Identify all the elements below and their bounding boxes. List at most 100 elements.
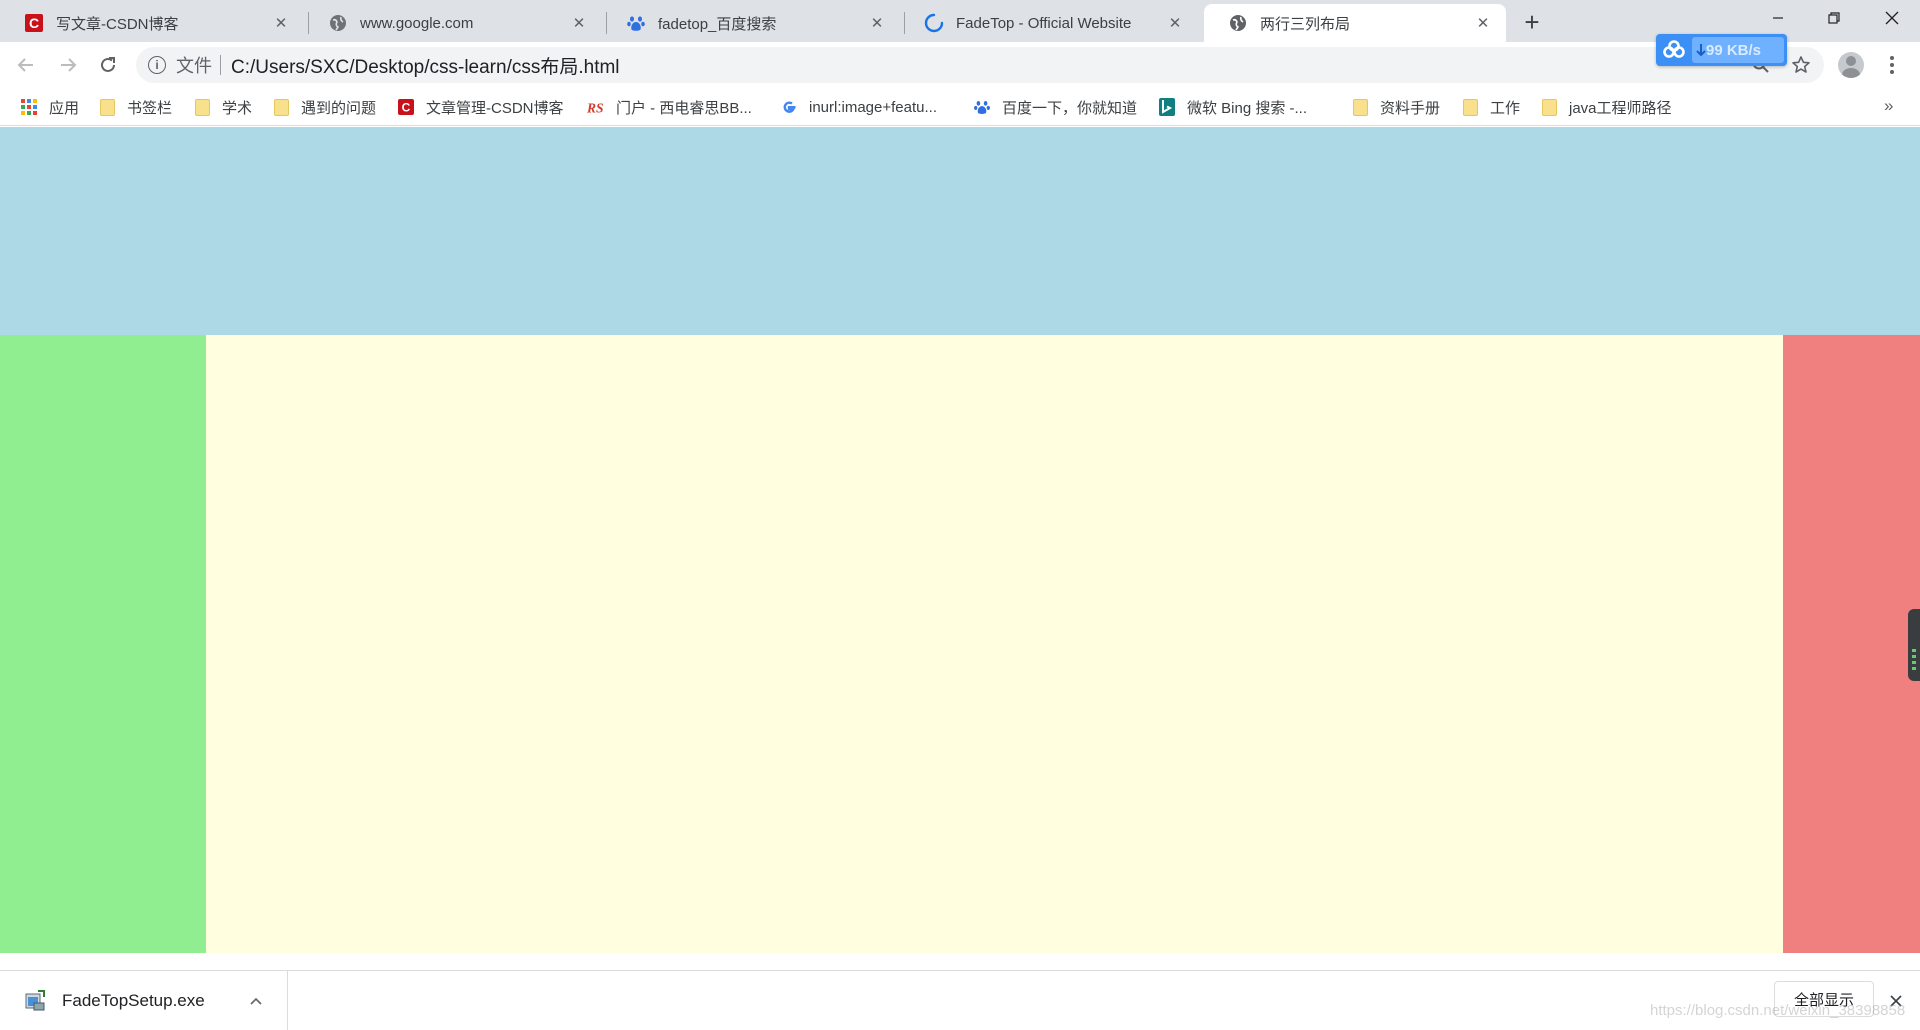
back-button[interactable] bbox=[10, 49, 42, 81]
csdn-icon: C bbox=[397, 98, 415, 116]
tab-baidu-search[interactable]: fadetop_百度搜索 ✕ bbox=[602, 4, 900, 42]
browser-toolbar: i 文件 C:/Users/SXC/Desktop/css-learn/css布… bbox=[0, 42, 1920, 88]
download-shelf: FadeTopSetup.exe 全部显示 bbox=[0, 970, 1920, 1030]
profile-avatar-icon[interactable] bbox=[1838, 52, 1864, 78]
bookmark-label: 遇到的问题 bbox=[301, 99, 377, 117]
close-icon[interactable]: ✕ bbox=[1472, 12, 1494, 34]
tab-title: FadeTop - Official Website bbox=[956, 14, 1132, 32]
rate-text: 99 KB/s bbox=[1706, 41, 1762, 59]
bookmark-folder[interactable]: 学术 bbox=[193, 95, 252, 119]
star-icon[interactable] bbox=[1784, 47, 1818, 83]
baidu-paw-icon bbox=[626, 13, 646, 33]
restore-button[interactable] bbox=[1806, 0, 1862, 36]
scheme-label: 文件 bbox=[176, 56, 212, 76]
tab-strip: C 写文章-CSDN博客 ✕ www.google.com ✕ fadetop_… bbox=[0, 0, 1920, 42]
tab-csdn-write[interactable]: C 写文章-CSDN博客 ✕ bbox=[0, 4, 304, 42]
address-bar[interactable]: i 文件 C:/Users/SXC/Desktop/css-learn/css布… bbox=[136, 47, 1824, 83]
bookmark-label: 学术 bbox=[222, 99, 253, 117]
bookmark-folder[interactable]: 遇到的问题 bbox=[272, 95, 376, 119]
bookmark-folder[interactable]: 工作 bbox=[1461, 95, 1520, 119]
folder-icon bbox=[272, 98, 290, 116]
bookmark-label: 资料手册 bbox=[1380, 99, 1441, 117]
info-icon[interactable]: i bbox=[148, 56, 166, 74]
download-speed-widget[interactable]: 99 KB/s bbox=[1656, 34, 1787, 66]
reload-button[interactable] bbox=[92, 49, 124, 81]
folder-icon bbox=[1461, 98, 1479, 116]
forward-arrow-icon bbox=[61, 58, 77, 72]
folder-icon bbox=[1540, 98, 1558, 116]
bookmark-label: inurl:image+featu... bbox=[809, 98, 937, 116]
page-viewport bbox=[0, 127, 1920, 953]
svg-text:C: C bbox=[402, 101, 411, 115]
bookmark-label: 百度一下，你就知道 bbox=[1002, 99, 1138, 117]
bookmark-label: 门户 - 西电睿思BB... bbox=[616, 99, 752, 117]
apps-grid-icon bbox=[20, 98, 38, 116]
close-icon[interactable]: ✕ bbox=[270, 12, 292, 34]
bookmark-apps[interactable]: 应用 bbox=[20, 95, 79, 119]
bookmark-label: 工作 bbox=[1490, 99, 1521, 117]
google-g-icon bbox=[780, 98, 798, 116]
bookmark-label: java工程师路径 bbox=[1569, 99, 1672, 117]
tab-fadetop[interactable]: FadeTop - Official Website ✕ bbox=[900, 4, 1198, 42]
globe-icon bbox=[1228, 13, 1248, 33]
globe-icon bbox=[328, 13, 348, 33]
reload-icon bbox=[101, 57, 115, 72]
download-item[interactable]: FadeTopSetup.exe bbox=[0, 971, 288, 1030]
minimize-button[interactable] bbox=[1750, 0, 1806, 36]
bookmark-google-search[interactable]: inurl:image+featu... bbox=[780, 95, 937, 119]
new-tab-button[interactable]: + bbox=[1518, 7, 1546, 37]
watermark-text: https://blog.csdn.net/weixin_38398858 bbox=[1650, 1002, 1906, 1019]
tab-title: 两行三列布局 bbox=[1260, 15, 1351, 33]
installer-icon bbox=[24, 990, 46, 1012]
download-arrow-icon bbox=[1696, 44, 1706, 57]
close-icon[interactable]: ✕ bbox=[866, 12, 888, 34]
close-icon bbox=[1885, 11, 1899, 25]
folder-icon bbox=[98, 98, 116, 116]
bookmark-csdn-manage[interactable]: C 文章管理-CSDN博客 bbox=[397, 95, 564, 119]
download-file-name: FadeTopSetup.exe bbox=[62, 991, 205, 1010]
minimize-icon bbox=[1773, 17, 1783, 19]
svg-text:RS: RS bbox=[587, 100, 604, 115]
tab-title: 写文章-CSDN博客 bbox=[56, 15, 179, 33]
chevron-up-icon[interactable] bbox=[245, 997, 267, 1005]
bing-icon bbox=[1158, 98, 1176, 116]
bookmark-label: 应用 bbox=[49, 99, 80, 117]
right-column bbox=[1783, 335, 1920, 953]
forward-button[interactable] bbox=[52, 49, 84, 81]
bookmark-folder[interactable]: 书签栏 bbox=[98, 95, 172, 119]
folder-icon bbox=[1351, 98, 1369, 116]
bookmark-folder[interactable]: 资料手册 bbox=[1351, 95, 1440, 119]
center-column bbox=[206, 335, 1783, 953]
loading-spinner-icon bbox=[924, 13, 944, 33]
tab-title: www.google.com bbox=[360, 14, 474, 32]
bookmark-baidu[interactable]: 百度一下，你就知道 bbox=[973, 95, 1137, 119]
close-icon[interactable]: ✕ bbox=[568, 12, 590, 34]
baidu-paw-icon bbox=[973, 98, 991, 116]
window-close-button[interactable] bbox=[1864, 0, 1920, 36]
cloud-icon bbox=[1656, 34, 1692, 66]
url-text[interactable]: C:/Users/SXC/Desktop/css-learn/css布局.htm… bbox=[231, 52, 620, 79]
bookmark-label: 书签栏 bbox=[127, 99, 173, 117]
header-row bbox=[0, 127, 1920, 335]
csdn-icon: C bbox=[24, 13, 44, 33]
bookmark-bing[interactable]: 微软 Bing 搜索 -... bbox=[1158, 95, 1307, 119]
left-column bbox=[0, 335, 206, 953]
more-menu-icon[interactable] bbox=[1880, 51, 1904, 79]
side-handle[interactable] bbox=[1908, 609, 1920, 681]
rs-icon: RS bbox=[587, 98, 605, 116]
divider bbox=[220, 55, 221, 75]
bookmark-folder[interactable]: java工程师路径 bbox=[1540, 95, 1672, 119]
bookmarks-bar: 应用 书签栏 学术 遇到的问题 C 文章管理-CSDN博客 RS 门户 - 西电… bbox=[0, 88, 1920, 126]
tab-google[interactable]: www.google.com ✕ bbox=[304, 4, 602, 42]
back-arrow-icon bbox=[17, 58, 33, 72]
bookmark-rs-portal[interactable]: RS 门户 - 西电睿思BB... bbox=[587, 95, 752, 119]
restore-icon bbox=[1828, 12, 1840, 24]
bookmark-label: 微软 Bing 搜索 -... bbox=[1187, 99, 1308, 117]
tab-two-rows-three-columns[interactable]: 两行三列布局 ✕ bbox=[1204, 4, 1506, 42]
bookmarks-overflow-button[interactable]: » bbox=[1884, 96, 1893, 116]
folder-icon bbox=[193, 98, 211, 116]
tab-title: fadetop_百度搜索 bbox=[658, 15, 777, 33]
close-icon[interactable]: ✕ bbox=[1164, 12, 1186, 34]
bookmark-label: 文章管理-CSDN博客 bbox=[426, 99, 564, 117]
download-rate: 99 KB/s bbox=[1692, 37, 1784, 63]
